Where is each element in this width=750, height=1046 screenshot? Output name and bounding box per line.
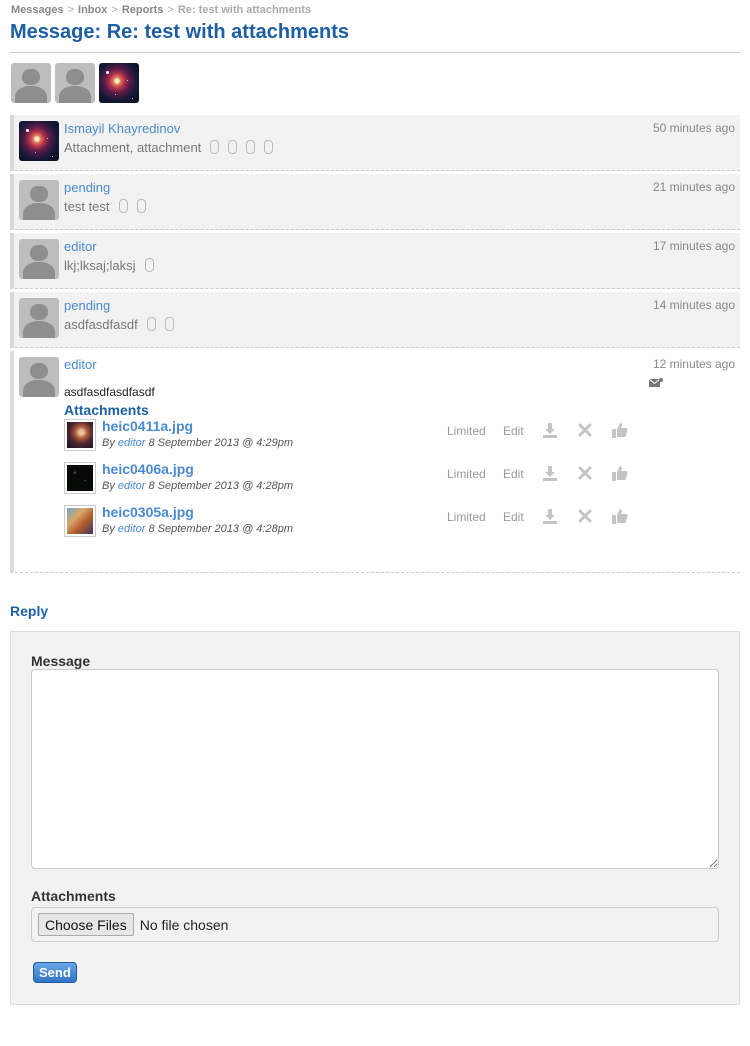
message-author-link[interactable]: editor xyxy=(64,357,97,372)
message-textarea[interactable] xyxy=(31,669,719,869)
attachment-meta: By editor 8 September 2013 @ 4:29pm xyxy=(102,437,293,449)
message-time: 17 minutes ago xyxy=(652,239,735,253)
attachment-filename-link[interactable]: heic0411a.jpg xyxy=(102,418,193,434)
message-body: asdfasdfasdfasdf xyxy=(64,385,155,399)
breadcrumb: Messages > Inbox > Reports > Re: test with att… xyxy=(11,4,311,16)
message-item[interactable]: pending asdfasdfasdf 14 minutes ago xyxy=(10,292,740,348)
message-time: 21 minutes ago xyxy=(652,180,735,194)
message-snippet: test test xyxy=(64,198,146,214)
avatar[interactable] xyxy=(19,180,59,220)
file-input[interactable]: Choose Files No file chosen xyxy=(31,907,719,942)
attachment-date: 8 September 2013 @ 4:29pm xyxy=(148,437,293,449)
thumbs-up-icon[interactable] xyxy=(611,464,629,482)
attachment-row: heic0411a.jpg By editor 8 September 2013… xyxy=(64,418,684,455)
paperclip-icon xyxy=(246,139,256,154)
attachment-thumbnail[interactable] xyxy=(64,505,96,537)
attachment-filename-link[interactable]: heic0406a.jpg xyxy=(102,461,194,477)
attachments-label: Attachments xyxy=(31,888,116,904)
thumbs-up-icon[interactable] xyxy=(611,421,629,439)
by-label: By xyxy=(102,523,115,535)
send-button[interactable]: Send xyxy=(33,962,77,983)
message-expanded: editor 12 minutes ago asdfasdfasdfasdf A… xyxy=(10,351,740,573)
download-icon[interactable] xyxy=(541,507,559,525)
thumbs-up-icon[interactable] xyxy=(611,507,629,525)
paperclip-icon xyxy=(146,316,156,331)
attachment-author-link[interactable]: editor xyxy=(118,480,146,492)
avatar[interactable] xyxy=(19,357,59,397)
avatar[interactable] xyxy=(19,121,59,161)
attachment-thumbnail[interactable] xyxy=(64,462,96,494)
message-author-link[interactable]: editor xyxy=(64,239,97,254)
by-label: By xyxy=(102,437,115,449)
breadcrumb-current: Re: test with attachments xyxy=(177,4,312,16)
message-author-link[interactable]: Ismayil Khayredinov xyxy=(64,121,180,136)
breadcrumb-separator: > xyxy=(67,4,75,16)
avatar[interactable] xyxy=(19,239,59,279)
title-divider xyxy=(10,52,740,53)
attachment-date: 8 September 2013 @ 4:28pm xyxy=(148,523,293,535)
message-time: 14 minutes ago xyxy=(652,298,735,312)
edit-link[interactable]: Edit xyxy=(503,510,524,524)
message-item[interactable]: Ismayil Khayredinov Attachment, attachme… xyxy=(10,115,740,171)
paperclip-icon xyxy=(136,198,146,213)
attachment-author-link[interactable]: editor xyxy=(118,523,146,535)
participants-list xyxy=(11,63,139,103)
mail-reply-icon[interactable] xyxy=(649,378,663,388)
avatar[interactable] xyxy=(19,298,59,338)
download-icon[interactable] xyxy=(541,421,559,439)
participant-avatar[interactable] xyxy=(11,63,51,103)
page-title: Message: Re: test with attachments xyxy=(10,21,349,43)
breadcrumb-inbox[interactable]: Inbox xyxy=(78,4,107,16)
access-level[interactable]: Limited xyxy=(447,467,486,481)
attachment-row: heic0406a.jpg By editor 8 September 2013… xyxy=(64,461,684,498)
reply-form: Message Attachments Choose Files No file… xyxy=(10,631,740,1005)
participant-avatar[interactable] xyxy=(55,63,95,103)
breadcrumb-separator: > xyxy=(111,4,118,16)
message-snippet: asdfasdfasdf xyxy=(64,316,174,332)
message-time: 50 minutes ago xyxy=(652,121,735,135)
paperclip-icon xyxy=(264,139,274,154)
edit-link[interactable]: Edit xyxy=(503,424,524,438)
message-author-link[interactable]: pending xyxy=(64,298,110,313)
access-level[interactable]: Limited xyxy=(447,510,486,524)
breadcrumb-separator: > xyxy=(167,4,174,16)
delete-icon[interactable] xyxy=(576,421,594,439)
paperclip-icon xyxy=(118,198,128,213)
attachment-meta: By editor 8 September 2013 @ 4:28pm xyxy=(102,480,293,492)
by-label: By xyxy=(102,480,115,492)
attachment-date: 8 September 2013 @ 4:28pm xyxy=(148,480,293,492)
edit-link[interactable]: Edit xyxy=(503,467,524,481)
paperclip-icon xyxy=(144,257,154,272)
message-item[interactable]: pending test test 21 minutes ago xyxy=(10,174,740,230)
access-level[interactable]: Limited xyxy=(447,424,486,438)
snippet-text: asdfasdfasdf xyxy=(64,317,138,332)
participant-avatar[interactable] xyxy=(99,63,139,103)
breadcrumb-messages[interactable]: Messages xyxy=(11,4,64,16)
delete-icon[interactable] xyxy=(576,464,594,482)
attachment-row: heic0305a.jpg By editor 8 September 2013… xyxy=(64,504,684,541)
snippet-text: test test xyxy=(64,199,110,214)
paperclip-icon xyxy=(164,316,174,331)
paperclip-icon xyxy=(228,139,238,154)
message-author-link[interactable]: pending xyxy=(64,180,110,195)
snippet-text: Attachment, attachment xyxy=(64,140,202,155)
choose-files-button[interactable]: Choose Files xyxy=(38,913,134,936)
message-snippet: Attachment, attachment xyxy=(64,139,274,155)
attachment-thumbnail[interactable] xyxy=(64,419,96,451)
attachment-meta: By editor 8 September 2013 @ 4:28pm xyxy=(102,523,293,535)
reply-heading: Reply xyxy=(10,603,49,619)
message-snippet: lkj;lksaj;laksj xyxy=(64,257,154,273)
breadcrumb-reports[interactable]: Reports xyxy=(122,4,164,16)
file-status: No file chosen xyxy=(139,916,229,933)
delete-icon[interactable] xyxy=(576,507,594,525)
snippet-text: lkj;lksaj;laksj xyxy=(64,258,136,273)
message-label: Message xyxy=(31,653,91,669)
attachments-heading: Attachments xyxy=(64,402,149,418)
message-item[interactable]: editor lkj;lksaj;laksj 17 minutes ago xyxy=(10,233,740,289)
paperclip-icon xyxy=(210,139,220,154)
attachment-author-link[interactable]: editor xyxy=(118,437,146,449)
message-time: 12 minutes ago xyxy=(652,357,735,371)
download-icon[interactable] xyxy=(541,464,559,482)
attachment-filename-link[interactable]: heic0305a.jpg xyxy=(102,504,194,520)
